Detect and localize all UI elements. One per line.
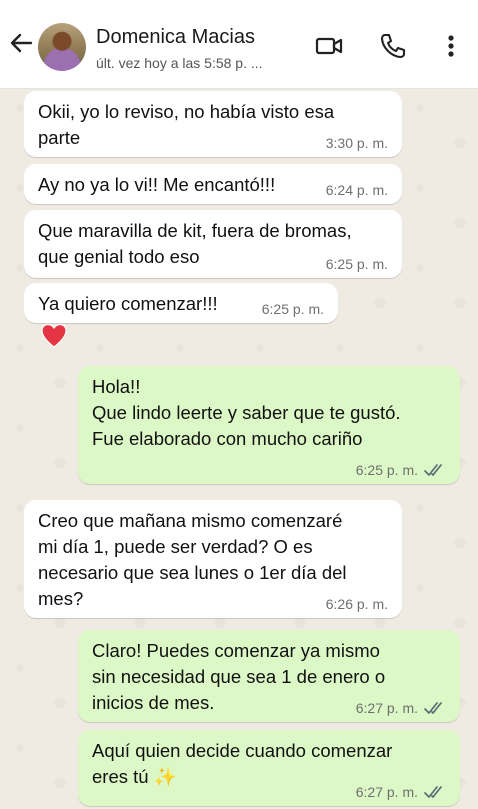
message-text: Aquí quien decide cuando comenzar eres t… <box>92 740 393 787</box>
incoming-message[interactable]: Ya quiero comenzar!!! 6:25 p. m. <box>24 283 338 323</box>
heart-reaction-icon[interactable] <box>40 322 68 350</box>
incoming-message[interactable]: Ay no ya lo vi!! Me encantó!!! 6:24 p. m… <box>24 164 402 204</box>
contact-name[interactable]: Domenica Macias <box>96 26 255 49</box>
message-text: Hola!! Que lindo leerte y saber que te g… <box>92 376 401 449</box>
message-time: 6:27 p. m. <box>355 784 418 800</box>
double-check-read-icon <box>424 702 442 714</box>
outgoing-message[interactable]: Aquí quien decide cuando comenzar eres t… <box>78 730 460 806</box>
outgoing-message[interactable]: Claro! Puedes comenzar ya mismo sin nece… <box>78 630 460 722</box>
incoming-message[interactable]: Okii, yo lo reviso, no había visto esa p… <box>24 91 402 157</box>
message-time: 6:25 p. m. <box>261 301 324 317</box>
double-check-read-icon <box>424 464 442 476</box>
message-time: 6:25 p. m. <box>325 256 388 272</box>
double-check-read-icon <box>424 786 442 798</box>
video-call-icon[interactable] <box>314 31 344 61</box>
message-time: 3:30 p. m. <box>325 135 388 151</box>
voice-call-icon[interactable] <box>378 31 408 61</box>
message-time: 6:24 p. m. <box>325 182 388 198</box>
last-seen-status: últ. vez hoy a las 5:58 p. ... <box>96 55 263 71</box>
avatar[interactable] <box>38 23 86 71</box>
message-time: 6:27 p. m. <box>355 700 418 716</box>
incoming-message[interactable]: Creo que mañana mismo comenzaré mi día 1… <box>24 500 402 618</box>
outgoing-message[interactable]: Hola!! Que lindo leerte y saber que te g… <box>78 366 460 484</box>
message-time: 6:26 p. m. <box>325 596 388 612</box>
back-arrow-icon[interactable] <box>6 28 36 58</box>
message-time: 6:25 p. m. <box>355 462 418 478</box>
chat-header: Domenica Macias últ. vez hoy a las 5:58 … <box>0 0 478 89</box>
incoming-message[interactable]: Que maravilla de kit, fuera de bromas, q… <box>24 210 402 278</box>
more-options-icon[interactable] <box>436 31 466 61</box>
